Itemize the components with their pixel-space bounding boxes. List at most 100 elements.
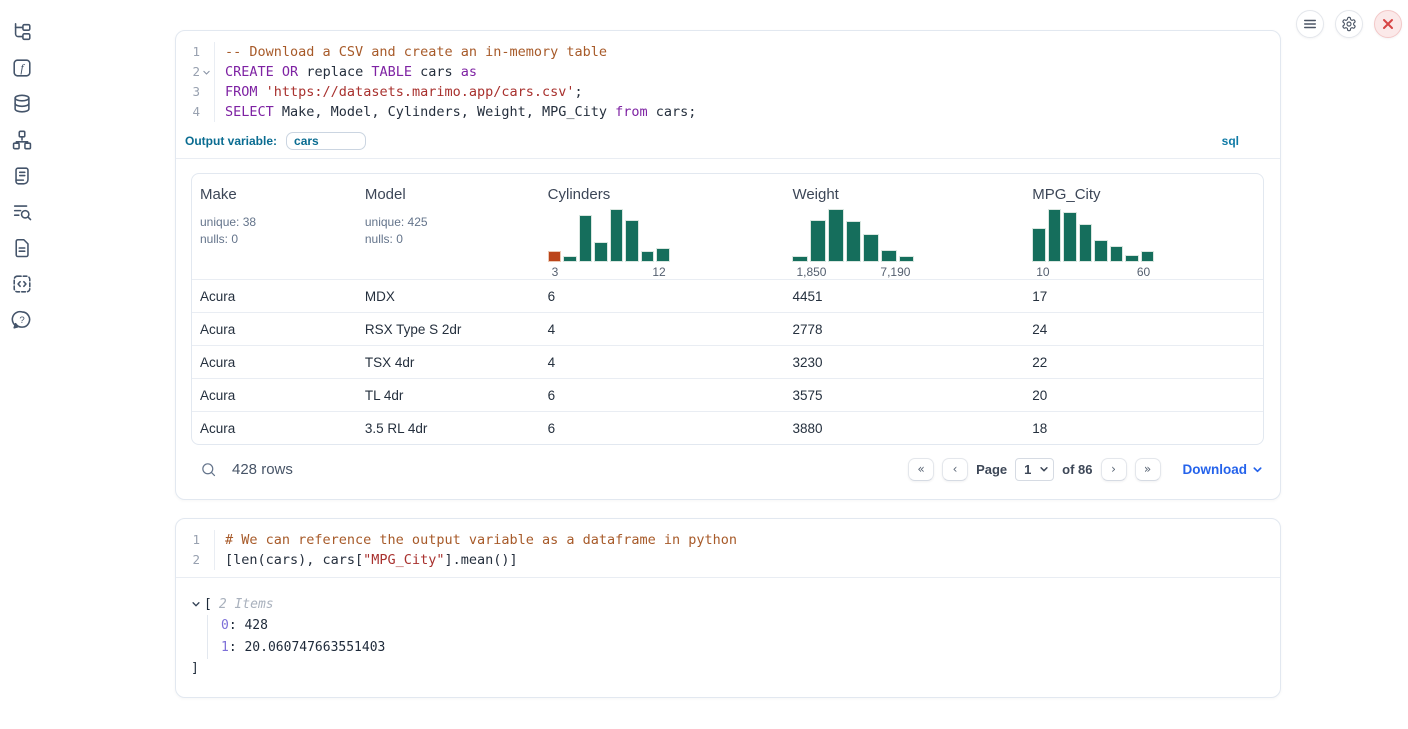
token: SELECT <box>225 104 274 120</box>
next-page-button[interactable]: › <box>1101 458 1127 481</box>
code-line[interactable]: 2[len(cars), cars["MPG_City"].mean()] <box>176 550 1280 570</box>
tree-entry-key: 0 <box>221 618 229 633</box>
python-code-editor[interactable]: 1# We can reference the output variable … <box>176 519 1280 577</box>
tree-entry-value: : 20.060747663551403 <box>229 640 386 655</box>
table-row[interactable]: AcuraTL 4dr6357520 <box>192 378 1263 411</box>
search-icon[interactable] <box>200 461 217 478</box>
row-count: 428 rows <box>232 461 293 478</box>
histogram-max-label: 60 <box>1137 265 1150 279</box>
histogram-bar <box>579 215 593 262</box>
last-page-button[interactable]: » <box>1135 458 1161 481</box>
code-line[interactable]: 3FROM 'https://datasets.marimo.app/cars.… <box>176 82 1280 102</box>
table-cell: 18 <box>1024 421 1263 436</box>
tree-children: 0: 4281: 20.060747663551403 <box>207 615 1264 659</box>
code-text: FROM 'https://datasets.marimo.app/cars.c… <box>214 82 1280 102</box>
fold-spacer <box>200 42 213 62</box>
histogram-axis-labels: 312 <box>548 265 670 279</box>
code-line[interactable]: 1 -- Download a CSV and create an in-memo… <box>176 42 1280 62</box>
code-line[interactable]: 2CREATE OR replace TABLE cars as <box>176 62 1280 82</box>
token: OR <box>282 64 298 80</box>
notebook-main: 1 -- Download a CSV and create an in-memo… <box>175 30 1281 698</box>
script-icon[interactable] <box>11 165 33 187</box>
code-line[interactable]: 1# We can reference the output variable … <box>176 530 1280 550</box>
document-icon[interactable] <box>11 237 33 259</box>
sql-cell: 1 -- Download a CSV and create an in-memo… <box>175 30 1281 500</box>
file-tree-icon[interactable] <box>11 21 33 43</box>
code-text: CREATE OR replace TABLE cars as <box>214 62 1280 82</box>
token: ].mean()] <box>444 552 517 568</box>
fold-chevron-icon[interactable] <box>200 62 213 82</box>
sql-code-editor[interactable]: 1 -- Download a CSV and create an in-memo… <box>176 31 1280 129</box>
table-cell: MDX <box>357 289 540 304</box>
svg-text:f: f <box>20 61 25 75</box>
close-button[interactable] <box>1374 10 1402 38</box>
fold-spacer <box>200 102 213 122</box>
logs-search-icon[interactable] <box>11 201 33 223</box>
table-cell: 17 <box>1024 289 1263 304</box>
data-table: Makeunique: 38nulls: 0Modelunique: 425nu… <box>191 173 1264 445</box>
column-label[interactable]: Make <box>200 186 237 203</box>
collapse-chevron-icon[interactable] <box>191 599 201 609</box>
prev-page-button[interactable]: ‹ <box>942 458 968 481</box>
tree-entry[interactable]: 0: 428 <box>221 615 1264 637</box>
download-button[interactable]: Download <box>1183 462 1264 477</box>
page-select[interactable]: 1 <box>1015 458 1054 481</box>
table-cell: TSX 4dr <box>357 355 540 370</box>
table-row[interactable]: AcuraMDX6445117 <box>192 279 1263 312</box>
column-label[interactable]: Model <box>365 186 406 203</box>
histogram-bars[interactable] <box>792 209 914 262</box>
token: 'https://datasets.marimo.app/cars.csv' <box>266 84 575 100</box>
histogram-bar <box>1063 212 1077 262</box>
histogram-bar <box>656 248 670 262</box>
column-label[interactable]: Weight <box>792 186 838 203</box>
open-bracket: [ <box>204 597 212 612</box>
column-stat: nulls: 0 <box>365 231 532 248</box>
token: # We can reference the output variable a… <box>225 532 737 548</box>
sql-cell-footer: Output variable: sql <box>176 129 1280 158</box>
python-output-area: [ 2 Items 0: 4281: 20.060747663551403 ] <box>176 578 1280 697</box>
tree-entry[interactable]: 1: 20.060747663551403 <box>221 637 1264 659</box>
table-row[interactable]: AcuraTSX 4dr4323022 <box>192 345 1263 378</box>
menu-button[interactable] <box>1296 10 1324 38</box>
histogram-bar <box>899 256 915 262</box>
database-icon[interactable] <box>11 93 33 115</box>
column-label[interactable]: Cylinders <box>548 186 611 203</box>
token: from <box>615 104 648 120</box>
table-cell: 6 <box>540 388 785 403</box>
help-icon[interactable]: ? <box>11 309 33 331</box>
histogram-bars[interactable] <box>1032 209 1154 262</box>
settings-button[interactable] <box>1335 10 1363 38</box>
function-icon[interactable]: f <box>11 57 33 79</box>
tree-root-row: [ 2 Items <box>191 593 1264 615</box>
table-cell: Acura <box>192 421 357 436</box>
histogram-bar <box>563 256 577 262</box>
line-number: 1 <box>176 42 200 62</box>
table-cell: 3.5 RL 4dr <box>357 421 540 436</box>
histogram-bar <box>881 250 897 262</box>
first-page-button[interactable]: « <box>908 458 934 481</box>
code-line[interactable]: 4SELECT Make, Model, Cylinders, Weight, … <box>176 102 1280 122</box>
histogram-bars[interactable] <box>548 209 670 262</box>
table-row[interactable]: Acura3.5 RL 4dr6388018 <box>192 411 1263 444</box>
left-sidebar: f ? <box>0 0 44 729</box>
column-stats: unique: 38nulls: 0 <box>200 214 349 248</box>
token: ; <box>575 84 583 100</box>
output-variable-input[interactable] <box>286 132 366 150</box>
token: Make, Model, Cylinders, Weight, MPG_City <box>274 104 615 120</box>
histogram-bar <box>792 256 808 262</box>
table-cell: Acura <box>192 355 357 370</box>
fold-spacer <box>200 550 213 570</box>
column-label[interactable]: MPG_City <box>1032 186 1100 203</box>
dependency-graph-icon[interactable] <box>11 129 33 151</box>
table-cell: 22 <box>1024 355 1263 370</box>
code-text: -- Download a CSV and create an in-memor… <box>214 42 1280 62</box>
histogram-axis-labels: 1060 <box>1032 265 1154 279</box>
table-row[interactable]: AcuraRSX Type S 2dr4277824 <box>192 312 1263 345</box>
topbar-controls <box>1296 10 1402 38</box>
snippets-icon[interactable] <box>11 273 33 295</box>
column-header-cylinders: Cylinders 312 <box>540 186 785 279</box>
table-footer: 428 rows « ‹ Page 1 of 86 › » Downl <box>191 447 1264 491</box>
token: [len(cars), cars[ <box>225 552 363 568</box>
column-stat: unique: 38 <box>200 214 349 231</box>
code-text: # We can reference the output variable a… <box>214 530 1280 550</box>
